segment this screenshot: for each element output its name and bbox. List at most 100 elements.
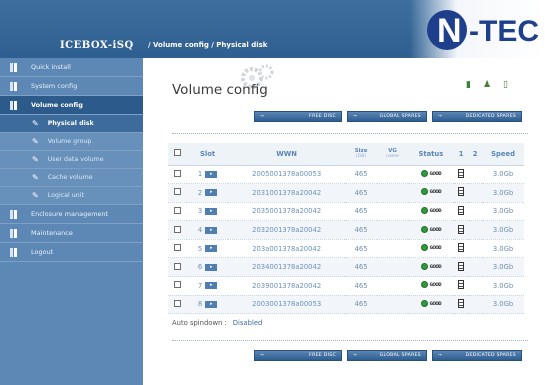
row-checkbox[interactable] xyxy=(173,188,181,196)
row-checkbox[interactable] xyxy=(173,299,181,307)
row-select-cell xyxy=(168,257,187,278)
status-good-icon xyxy=(420,225,428,233)
wwn-cell[interactable]: 2003001378a00053 xyxy=(228,295,345,315)
slot-arrow-icon[interactable]: ▸ xyxy=(205,300,218,308)
page-title: Volume config xyxy=(172,82,268,98)
slot-arrow-icon[interactable]: ▸ xyxy=(205,189,218,197)
free-disc-button[interactable]: → FREE DISC xyxy=(254,111,342,122)
auto-spindown-value[interactable]: Disabled xyxy=(233,319,263,327)
row-checkbox[interactable] xyxy=(173,262,181,270)
disk-cell xyxy=(454,276,469,296)
sidebar-subitem-logical-unit[interactable]: ✎ Logical unit xyxy=(0,187,143,205)
sidebar-item-label: Volume config xyxy=(31,101,83,109)
table-row[interactable]: 7 ▸ 2039001378a20042 465 GOOD 3.0Gb xyxy=(168,276,524,296)
table-row[interactable]: 5 ▸ 203a001378a20042 465 GOOD 3.0Gb xyxy=(168,239,524,259)
slot-arrow-icon[interactable]: ▸ xyxy=(205,207,218,215)
col-vg[interactable]: VG name xyxy=(377,143,408,166)
col-speed[interactable]: Speed xyxy=(482,143,524,166)
table-row[interactable]: 4 ▸ 2032001378a20042 465 GOOD 3.0Gb xyxy=(168,220,524,240)
sidebar-item-system-config[interactable]: System config xyxy=(0,77,143,96)
table-row[interactable]: 2 ▸ 2031001378a20042 465 GOOD 3.0Gb xyxy=(168,183,524,203)
slot-cell: 3 ▸ xyxy=(186,202,229,222)
slot-arrow-icon[interactable]: ▸ xyxy=(205,282,218,290)
sidebar-subitem-cache-volume[interactable]: ✎ Cache volume xyxy=(0,169,143,187)
table-row[interactable]: 6 ▸ 2034001378a20042 465 GOOD 3.0Gb xyxy=(168,257,524,278)
status-good-icon xyxy=(420,206,428,214)
wwn-cell[interactable]: 2032001378a20042 xyxy=(228,220,345,240)
arrow-icon: → xyxy=(353,114,358,119)
dedicated-spares-button[interactable]: → DEDICATED SPARES xyxy=(432,111,522,122)
wrench-icon: ✎ xyxy=(32,191,39,200)
free-disc-button[interactable]: → FREE DISC xyxy=(254,350,342,361)
wwn-cell[interactable]: 203a001378a20042 xyxy=(228,239,345,259)
vg-cell xyxy=(377,239,408,259)
sidebar-item-enclosure-management[interactable]: Enclosure management xyxy=(0,205,143,224)
col2-cell xyxy=(468,165,483,185)
sidebar-subitem-physical-disk[interactable]: ✎ Physical disk xyxy=(0,115,143,133)
slot-number: 7 xyxy=(197,281,203,290)
row-checkbox[interactable] xyxy=(173,225,181,233)
svg-text:N: N xyxy=(437,12,462,50)
size-cell: 465 xyxy=(344,165,378,185)
status-good-icon xyxy=(420,281,428,289)
status-text: GOOD xyxy=(429,300,442,306)
slot-number: 4 xyxy=(197,226,203,235)
col-size-label: Size xyxy=(354,147,368,154)
col-size[interactable]: Size (GB) xyxy=(344,143,378,166)
wwn-cell[interactable]: 2035001378a20042 xyxy=(228,202,345,222)
person-icon[interactable]: ♟ xyxy=(483,80,491,90)
table-row[interactable]: 8 ▸ 2003001378a00053 465 GOOD 3.0Gb xyxy=(168,295,524,315)
slot-cell: 2 ▸ xyxy=(186,183,229,203)
global-spares-button[interactable]: → GLOBAL SPARES xyxy=(347,111,427,122)
slot-number: 1 xyxy=(197,170,203,179)
sidebar-subitem-label: User data volume xyxy=(47,156,104,163)
size-cell: 465 xyxy=(344,276,378,296)
sidebar-item-label: Quick install xyxy=(31,63,71,71)
global-spares-button[interactable]: → GLOBAL SPARES xyxy=(347,350,427,361)
slot-arrow-icon[interactable]: ▸ xyxy=(205,226,218,234)
table-row[interactable]: 3 ▸ 2035001378a20042 465 GOOD 3.0Gb xyxy=(168,202,524,222)
sidebar-item-logout[interactable]: Logout xyxy=(0,243,143,262)
slot-arrow-icon[interactable]: ▸ xyxy=(205,263,218,271)
slot-arrow-icon[interactable]: ▸ xyxy=(205,245,218,253)
row-checkbox[interactable] xyxy=(173,206,181,214)
speed-cell: 3.0Gb xyxy=(482,276,524,296)
col-wwn[interactable]: WWN xyxy=(228,143,345,166)
speed-cell: 3.0Gb xyxy=(482,183,524,203)
disk-icon xyxy=(458,168,465,178)
wwn-cell[interactable]: 2034001378a20042 xyxy=(228,257,345,278)
button-label: FREE DISC xyxy=(309,353,336,358)
col-slot[interactable]: Slot xyxy=(186,143,229,166)
button-label: DEDICATED SPARES xyxy=(465,353,516,358)
status-text: GOOD xyxy=(429,207,442,213)
row-checkbox[interactable] xyxy=(173,169,181,177)
divider xyxy=(172,340,528,341)
table-row[interactable]: 1 ▸ 2005001378a00053 465 GOOD 3.0Gb xyxy=(168,165,524,185)
battery-icon[interactable]: ▮ xyxy=(466,80,471,90)
sidebar-item-quick-install[interactable]: Quick install xyxy=(0,58,143,77)
sidebar-subitem-volume-group[interactable]: ✎ Volume group xyxy=(0,133,143,151)
disk-cell xyxy=(454,295,469,315)
slot-number: 6 xyxy=(197,263,203,272)
col-status[interactable]: Status xyxy=(407,143,455,166)
wwn-cell[interactable]: 2039001378a20042 xyxy=(228,276,345,296)
status-cell: GOOD xyxy=(407,183,455,203)
row-checkbox[interactable] xyxy=(173,244,181,252)
sidebar-item-maintenance[interactable]: Maintenance xyxy=(0,224,143,243)
dedicated-spares-button[interactable]: → DEDICATED SPARES xyxy=(432,350,522,361)
lock-icon[interactable]: ▯ xyxy=(503,80,508,90)
row-checkbox[interactable] xyxy=(173,281,181,289)
sidebar-subitem-user-data-volume[interactable]: ✎ User data volume xyxy=(0,151,143,169)
svg-text:-TEC: -TEC xyxy=(469,15,539,48)
speed-cell: 3.0Gb xyxy=(482,220,524,240)
col2-cell xyxy=(468,239,483,259)
status-cell: GOOD xyxy=(407,220,455,240)
select-all-checkbox[interactable] xyxy=(173,149,181,157)
sidebar-item-volume-config[interactable]: Volume config xyxy=(0,96,143,115)
wrench-icon: ✎ xyxy=(32,137,39,146)
wwn-cell[interactable]: 2031001378a20042 xyxy=(228,183,345,203)
slot-arrow-icon[interactable]: ▸ xyxy=(205,170,218,178)
wwn-cell[interactable]: 2005001378a00053 xyxy=(228,165,345,185)
sidebar-item-label: System config xyxy=(31,82,78,90)
disk-cell xyxy=(454,202,469,222)
